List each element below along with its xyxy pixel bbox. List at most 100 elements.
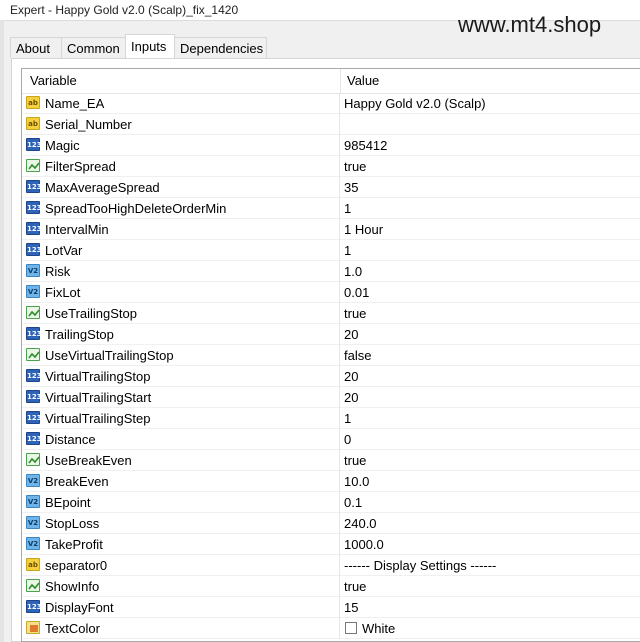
table-body: ab Name_EA Happy Gold v2.0 (Scalp) ab Serial… xyxy=(22,93,640,639)
value-cell[interactable]: Happy Gold v2.0 (Scalp) xyxy=(341,93,640,114)
value-cell[interactable]: 240.0 xyxy=(341,513,640,534)
column-header-value[interactable]: Value xyxy=(347,69,379,93)
table-row[interactable]: 123 IntervalMin 1 Hour xyxy=(22,219,640,240)
variable-cell: V2 TakeProfit xyxy=(22,534,340,555)
table-row[interactable]: 123 Distance 0 xyxy=(22,429,640,450)
variable-name: LotVar xyxy=(45,243,83,258)
window-title: Expert - Happy Gold v2.0 (Scalp)_fix_142… xyxy=(10,3,239,17)
value-cell[interactable]: 1.0 xyxy=(341,261,640,282)
value-cell[interactable]: 0.1 xyxy=(341,492,640,513)
variable-cell: FilterSpread xyxy=(22,156,340,177)
tab-common[interactable]: Common xyxy=(61,37,126,58)
string-type-icon: ab xyxy=(26,558,40,571)
table-row[interactable]: V2 FixLot 0.01 xyxy=(22,282,640,303)
value-cell[interactable]: 1 xyxy=(341,198,640,219)
table-row[interactable]: 123 MaxAverageSpread 35 xyxy=(22,177,640,198)
variable-name: UseBreakEven xyxy=(45,453,132,468)
color-swatch[interactable] xyxy=(345,622,357,634)
column-header-variable[interactable]: Variable xyxy=(30,69,77,93)
variable-value: 10.0 xyxy=(344,474,370,489)
table-row[interactable]: UseBreakEven true xyxy=(22,450,640,471)
table-row[interactable]: UseTrailingStop true xyxy=(22,303,640,324)
value-cell[interactable]: 35 xyxy=(341,177,640,198)
variable-cell: TextColor xyxy=(22,618,340,639)
value-cell[interactable]: true xyxy=(341,156,640,177)
variable-value: 1 Hour xyxy=(344,222,384,237)
variable-name: Name_EA xyxy=(45,96,105,111)
table-row[interactable]: ab separator0 ------ Display Settings ----… xyxy=(22,555,640,576)
value-cell[interactable]: 1000.0 xyxy=(341,534,640,555)
table-row[interactable]: V2 Risk 1.0 xyxy=(22,261,640,282)
table-header: Variable Value xyxy=(22,69,640,94)
value-cell[interactable]: ------ Display Settings ------ xyxy=(341,555,640,576)
integer-type-icon: 123 xyxy=(26,222,42,235)
variable-cell: ab separator0 xyxy=(22,555,340,576)
integer-type-icon: 123 xyxy=(26,243,42,256)
inputs-table: Variable Value ab Name_EA Happy Gold v2.0 … xyxy=(21,68,640,642)
variable-name: TextColor xyxy=(45,621,100,636)
value-cell[interactable]: 1 Hour xyxy=(341,219,640,240)
integer-type-icon: 123 xyxy=(26,369,42,382)
table-row[interactable]: 123 LotVar 1 xyxy=(22,240,640,261)
column-divider[interactable] xyxy=(340,69,341,93)
table-row[interactable]: ShowInfo true xyxy=(22,576,640,597)
variable-cell: V2 BreakEven xyxy=(22,471,340,492)
table-row[interactable]: ab Name_EA Happy Gold v2.0 (Scalp) xyxy=(22,93,640,114)
variable-value: 240.0 xyxy=(344,516,377,531)
variable-name: VirtualTrailingStop xyxy=(45,369,151,384)
variable-value: true xyxy=(344,159,367,174)
table-row[interactable]: TextColor White xyxy=(22,618,640,639)
value-cell[interactable]: false xyxy=(341,345,640,366)
table-row[interactable]: FilterSpread true xyxy=(22,156,640,177)
table-row[interactable]: 123 DisplayFont 15 xyxy=(22,597,640,618)
variable-name: Serial_Number xyxy=(45,117,132,132)
variable-cell: 123 IntervalMin xyxy=(22,219,340,240)
value-cell[interactable]: 10.0 xyxy=(341,471,640,492)
table-row[interactable]: 123 SpreadTooHighDeleteOrderMin 1 xyxy=(22,198,640,219)
variable-name: StopLoss xyxy=(45,516,100,531)
variable-cell: ab Name_EA xyxy=(22,93,340,114)
tab-dependencies[interactable]: Dependencies xyxy=(174,37,267,58)
table-row[interactable]: V2 TakeProfit 1000.0 xyxy=(22,534,640,555)
variable-name: Risk xyxy=(45,264,71,279)
string-type-icon: ab xyxy=(26,96,40,109)
value-cell[interactable]: 0 xyxy=(341,429,640,450)
value-cell[interactable]: 20 xyxy=(341,387,640,408)
table-row[interactable]: 123 VirtualTrailingStep 1 xyxy=(22,408,640,429)
table-row[interactable]: V2 BreakEven 10.0 xyxy=(22,471,640,492)
boolean-type-icon xyxy=(26,159,40,172)
variable-name: UseVirtualTrailingStop xyxy=(45,348,174,363)
value-cell[interactable]: 985412 xyxy=(341,135,640,156)
value-cell[interactable]: 0.01 xyxy=(341,282,640,303)
tab-about[interactable]: About xyxy=(10,37,62,58)
value-cell[interactable]: 15 xyxy=(341,597,640,618)
table-row[interactable]: 123 VirtualTrailingStart 20 xyxy=(22,387,640,408)
integer-type-icon: 123 xyxy=(26,180,42,193)
table-row[interactable]: ab Serial_Number xyxy=(22,114,640,135)
table-row[interactable]: 123 VirtualTrailingStop 20 xyxy=(22,366,640,387)
variable-value: 1 xyxy=(344,201,352,216)
table-row[interactable]: UseVirtualTrailingStop false xyxy=(22,345,640,366)
value-cell[interactable]: 20 xyxy=(341,324,640,345)
boolean-type-icon xyxy=(26,453,40,466)
value-cell[interactable]: true xyxy=(341,450,640,471)
tab-inputs[interactable]: Inputs xyxy=(125,34,175,59)
variable-cell: 123 VirtualTrailingStart xyxy=(22,387,340,408)
variable-value: 1000.0 xyxy=(344,537,384,552)
table-row[interactable]: V2 BEpoint 0.1 xyxy=(22,492,640,513)
value-cell[interactable]: White xyxy=(341,618,640,639)
variable-name: DisplayFont xyxy=(45,600,114,615)
value-cell[interactable] xyxy=(341,114,640,135)
variable-name: BEpoint xyxy=(45,495,91,510)
table-row[interactable]: 123 TrailingStop 20 xyxy=(22,324,640,345)
table-row[interactable]: 123 Magic 985412 xyxy=(22,135,640,156)
value-cell[interactable]: true xyxy=(341,303,640,324)
value-cell[interactable]: 1 xyxy=(341,240,640,261)
value-cell[interactable]: 1 xyxy=(341,408,640,429)
variable-value: 0.1 xyxy=(344,495,363,510)
variable-value: true xyxy=(344,306,367,321)
value-cell[interactable]: true xyxy=(341,576,640,597)
value-cell[interactable]: 20 xyxy=(341,366,640,387)
variable-cell: V2 Risk xyxy=(22,261,340,282)
table-row[interactable]: V2 StopLoss 240.0 xyxy=(22,513,640,534)
